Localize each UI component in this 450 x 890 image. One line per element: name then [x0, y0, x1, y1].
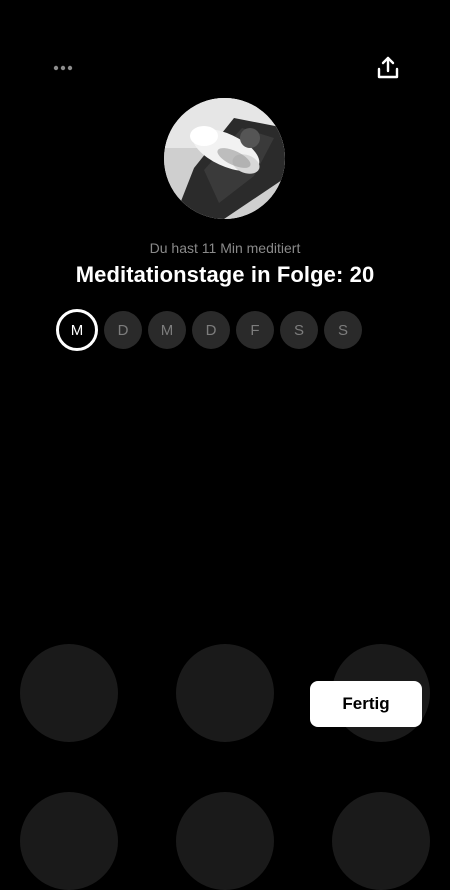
- streak-headline: Meditationstage in Folge: 20: [75, 262, 375, 287]
- day-tue: D: [104, 311, 142, 349]
- share-option-circle-5[interactable]: [176, 792, 274, 890]
- meditation-duration-text: Du hast 11 Min meditiert: [149, 240, 301, 256]
- more-horizontal-icon: [53, 65, 73, 71]
- share-option-circle-4[interactable]: [20, 792, 118, 890]
- share-option-circle-1[interactable]: [20, 644, 118, 742]
- avatar-photo: [164, 98, 285, 219]
- weekday-tracker: M D M D F S S: [56, 309, 362, 351]
- share-option-circle-6[interactable]: [332, 792, 430, 890]
- day-fri: F: [236, 311, 274, 349]
- share-button[interactable]: [374, 54, 402, 82]
- day-sun: S: [324, 311, 362, 349]
- day-thu: D: [192, 311, 230, 349]
- avatar: [164, 98, 285, 219]
- day-mon: M: [56, 309, 98, 351]
- more-options-button[interactable]: [50, 58, 76, 78]
- day-wed: M: [148, 311, 186, 349]
- share-upload-icon: [377, 56, 399, 79]
- share-option-circle-2[interactable]: [176, 644, 274, 742]
- day-sat: S: [280, 311, 318, 349]
- done-button[interactable]: Fertig: [310, 681, 422, 727]
